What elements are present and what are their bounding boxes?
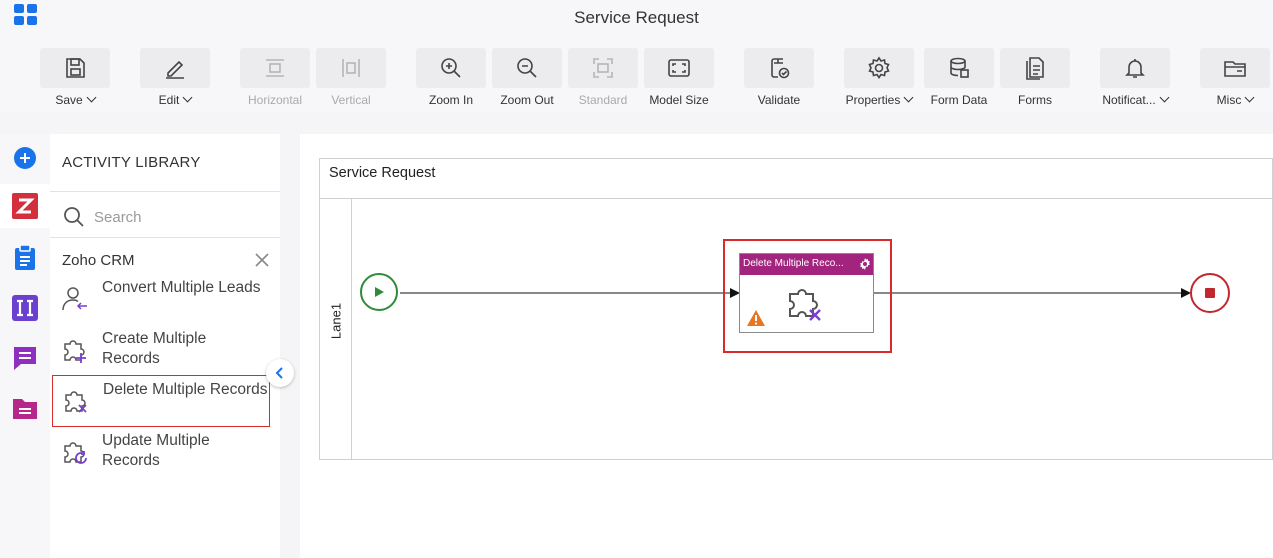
zoom-out-icon xyxy=(517,58,537,78)
list-item-convert-multiple-leads[interactable]: Convert Multiple Leads xyxy=(52,274,270,326)
activity-library-panel: ACTIVITY LIBRARY Zoho CRM Convert Multip… xyxy=(50,134,280,558)
properties-label: Properties xyxy=(845,93,901,107)
title-bar: Service Request xyxy=(0,0,1273,38)
list-item-update-multiple-records[interactable]: Update Multiple Records xyxy=(52,427,270,479)
plus-circle-icon xyxy=(14,147,36,169)
chevron-down-icon xyxy=(903,92,914,103)
task-name: Delete Multiple Reco... xyxy=(743,258,844,269)
warning-icon[interactable] xyxy=(746,309,766,327)
forms-label: Forms xyxy=(1018,93,1052,107)
folder-icon xyxy=(1224,61,1246,77)
puzzle-delete-icon xyxy=(789,289,821,321)
lane-name: Lane1 xyxy=(328,302,344,340)
stop-icon xyxy=(1205,288,1215,298)
category-title: Zoho CRM xyxy=(62,252,135,269)
list-item-create-multiple-records[interactable]: Create Multiple Records xyxy=(52,325,270,377)
misc-label: Misc xyxy=(1216,93,1242,107)
zoom-in-icon xyxy=(441,58,461,78)
forms-icon xyxy=(1026,57,1044,80)
zoom-in-button[interactable]: Zoom In xyxy=(416,48,486,108)
left-rail xyxy=(0,134,50,558)
puzzle-plus-icon xyxy=(64,340,86,363)
puzzle-refresh-icon xyxy=(64,442,87,464)
add-app-button[interactable] xyxy=(0,136,50,180)
list-item-label: Convert Multiple Leads xyxy=(102,279,261,296)
edit-button[interactable]: Edit xyxy=(140,48,210,108)
task-header: Delete Multiple Reco... xyxy=(740,254,873,275)
vertical-button[interactable]: Vertical xyxy=(316,48,386,108)
close-icon[interactable] xyxy=(254,252,270,268)
standard-size-icon xyxy=(593,58,613,78)
chat-app-button[interactable] xyxy=(0,336,50,380)
vertical-label: Vertical xyxy=(331,93,371,107)
convert-user-icon xyxy=(62,287,87,311)
activity-library-title: ACTIVITY LIBRARY xyxy=(62,154,201,171)
horizontal-layout-icon xyxy=(266,59,284,77)
clipboard-app-button[interactable] xyxy=(0,236,50,280)
folder-app-button[interactable] xyxy=(0,386,50,430)
standard-button[interactable]: Standard xyxy=(568,48,638,108)
list-item-label: Create Multiple Records xyxy=(102,330,207,367)
gear-icon xyxy=(868,56,890,79)
form-data-button[interactable]: Form Data xyxy=(924,48,994,108)
notifications-button[interactable]: Notificat... xyxy=(1100,48,1170,108)
divider xyxy=(50,191,280,192)
divider xyxy=(50,237,280,238)
save-label: Save xyxy=(55,93,83,107)
save-icon xyxy=(66,58,85,78)
model-size-label: Model Size xyxy=(649,93,709,107)
gear-icon[interactable] xyxy=(858,257,872,271)
list-item-label: Update Multiple Records xyxy=(102,432,210,469)
search-input[interactable] xyxy=(94,206,274,228)
validate-icon xyxy=(771,58,790,79)
forms-button[interactable]: Forms xyxy=(1000,48,1070,108)
delete-multiple-records-task[interactable]: Delete Multiple Reco... xyxy=(739,253,874,333)
collapse-panel-button[interactable] xyxy=(266,359,294,387)
columns-app-button[interactable] xyxy=(0,286,50,330)
zoho-z-icon xyxy=(12,193,38,219)
properties-button[interactable]: Properties xyxy=(844,48,914,108)
pencil-icon xyxy=(166,60,184,79)
chevron-down-icon xyxy=(1159,92,1170,103)
search-icon xyxy=(64,207,84,227)
vertical-layout-icon xyxy=(342,59,360,77)
play-icon xyxy=(375,287,384,297)
chat-icon xyxy=(14,347,36,370)
horizontal-button[interactable]: Horizontal xyxy=(240,48,310,108)
start-event[interactable] xyxy=(360,273,398,311)
puzzle-delete-icon xyxy=(65,391,87,413)
page-title: Service Request xyxy=(574,8,699,27)
pool-header: Service Request xyxy=(320,159,1273,199)
fit-screen-icon xyxy=(668,59,690,77)
zoho-crm-button[interactable] xyxy=(0,184,50,228)
misc-button[interactable]: Misc xyxy=(1200,48,1270,108)
folder-icon xyxy=(13,399,37,419)
list-item-delete-multiple-records[interactable]: Delete Multiple Records xyxy=(52,375,270,427)
list-item-label: Delete Multiple Records xyxy=(103,381,268,398)
chevron-down-icon xyxy=(1244,92,1255,103)
chevron-down-icon xyxy=(86,92,97,103)
clipboard-icon xyxy=(15,245,35,270)
toolbar: Save Edit Horizontal Vertical Zoom In Zo… xyxy=(0,38,1273,112)
lane-header[interactable]: Lane1 xyxy=(320,199,352,459)
model-size-button[interactable]: Model Size xyxy=(644,48,714,108)
database-icon xyxy=(950,57,969,78)
chevron-left-icon xyxy=(275,367,283,379)
chevron-down-icon xyxy=(182,92,193,103)
bell-icon xyxy=(1125,59,1145,78)
save-button[interactable]: Save xyxy=(40,48,110,108)
notifications-label: Notificat... xyxy=(1102,93,1156,107)
end-event[interactable] xyxy=(1190,273,1230,313)
zoom-out-button[interactable]: Zoom Out xyxy=(492,48,562,108)
validate-button[interactable]: Validate xyxy=(744,48,814,108)
columns-icon xyxy=(12,295,38,321)
pool-name: Service Request xyxy=(329,165,436,181)
edit-label: Edit xyxy=(158,93,180,107)
validate-label: Validate xyxy=(757,93,801,107)
